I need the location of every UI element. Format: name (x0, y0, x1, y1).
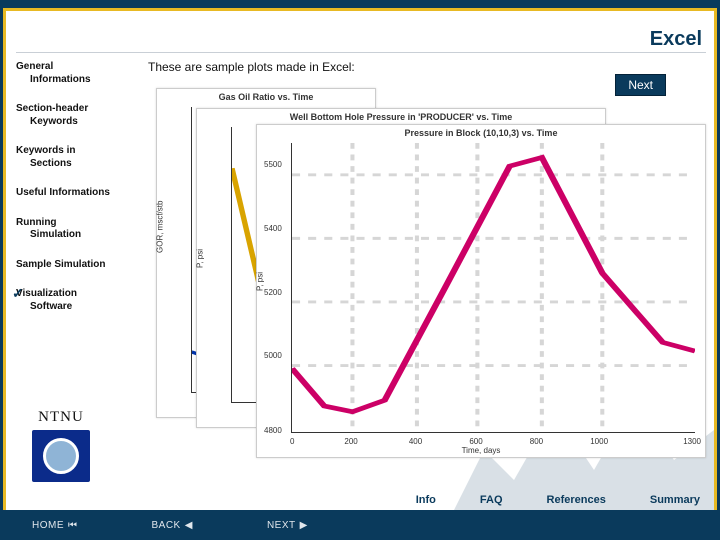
sidebar-label: Keywords in (16, 145, 75, 156)
chart-title: Gas Oil Ratio vs. Time (157, 89, 375, 102)
link-info[interactable]: Info (416, 494, 436, 506)
ntnu-logo-icon (32, 430, 90, 482)
chart-xlabel: Time, days (257, 446, 705, 455)
home-button[interactable]: HOME ⏮ (26, 518, 84, 533)
xtick: 0 (290, 437, 294, 446)
ytick: 5500 (264, 160, 282, 169)
next-icon: ▶ (300, 520, 308, 531)
link-summary[interactable]: Summary (650, 494, 700, 506)
ntnu-label: NTNU (32, 409, 90, 426)
xtick: 1000 (590, 437, 608, 446)
sidebar-label: Sections (16, 158, 142, 171)
prev-icon: ◀ (185, 520, 193, 531)
sidebar-label: Simulation (16, 229, 142, 242)
link-faq[interactable]: FAQ (480, 494, 503, 506)
checkmark-icon: ✓ (12, 285, 24, 303)
nav-label: NEXT (267, 520, 296, 531)
next-nav-button[interactable]: NEXT ▶ (261, 518, 314, 533)
sidebar-item-general[interactable]: General Informations (16, 58, 142, 100)
frame-top-accent (6, 8, 714, 11)
chart-title: Pressure in Block (10,10,3) vs. Time (257, 125, 705, 138)
back-button[interactable]: BACK ◀ (146, 518, 199, 533)
ytick: 5000 (264, 351, 282, 360)
sidebar: General Informations Section-header Keyw… (16, 58, 142, 327)
xtick: 400 (409, 437, 422, 446)
sidebar-label: Visualization (16, 288, 77, 299)
first-icon: ⏮ (68, 520, 78, 531)
intro-text: These are sample plots made in Excel: (148, 60, 704, 74)
chart-pressure-block: Pressure in Block (10,10,3) vs. Time P, … (256, 124, 706, 458)
xtick: 200 (344, 437, 357, 446)
ntnu-branding: NTNU (32, 409, 90, 482)
nav-label: BACK (152, 520, 181, 531)
chart-title: Well Bottom Hole Pressure in 'PRODUCER' … (197, 109, 605, 122)
sidebar-label: Software (16, 301, 142, 314)
footer-links: Info FAQ References Summary (416, 494, 700, 506)
link-references[interactable]: References (547, 494, 606, 506)
ytick: 4800 (264, 426, 282, 435)
sidebar-label: Keywords (16, 116, 142, 129)
sidebar-item-section-header[interactable]: Section-header Keywords (16, 100, 142, 142)
nav-label: HOME (32, 520, 64, 531)
sidebar-item-visualization[interactable]: ✓ Visualization Software (16, 285, 142, 327)
frame-left (0, 8, 6, 540)
chart-ylabel: GOR, mscf/stb (156, 201, 165, 253)
sidebar-label: Useful Informations (16, 187, 110, 198)
xtick: 1300 (683, 437, 701, 446)
ytick: 5200 (264, 288, 282, 297)
chart-ylabel: P, psi (196, 249, 205, 268)
xtick: 600 (469, 437, 482, 446)
sidebar-item-running-sim[interactable]: Running Simulation (16, 214, 142, 256)
xtick: 800 (530, 437, 543, 446)
sidebar-label: Section-header (16, 103, 88, 114)
header-rule (16, 52, 706, 53)
bottom-nav-bar: HOME ⏮ BACK ◀ NEXT ▶ (0, 510, 720, 540)
sidebar-label: General (16, 61, 53, 72)
frame-right (714, 8, 720, 510)
sidebar-item-sample-sim[interactable]: Sample Simulation (16, 256, 142, 286)
sidebar-item-useful-info[interactable]: Useful Informations (16, 184, 142, 214)
sidebar-item-keywords-sections[interactable]: Keywords in Sections (16, 142, 142, 184)
main-content: These are sample plots made in Excel: Ne… (148, 60, 704, 486)
sidebar-label: Informations (16, 74, 142, 87)
sidebar-label: Running (16, 217, 57, 228)
page-title: Excel (650, 28, 702, 51)
chart-stack: Gas Oil Ratio vs. Time GOR, mscf/stb Tim… (156, 88, 704, 486)
sidebar-label: Sample Simulation (16, 259, 105, 270)
ytick: 5400 (264, 224, 282, 233)
